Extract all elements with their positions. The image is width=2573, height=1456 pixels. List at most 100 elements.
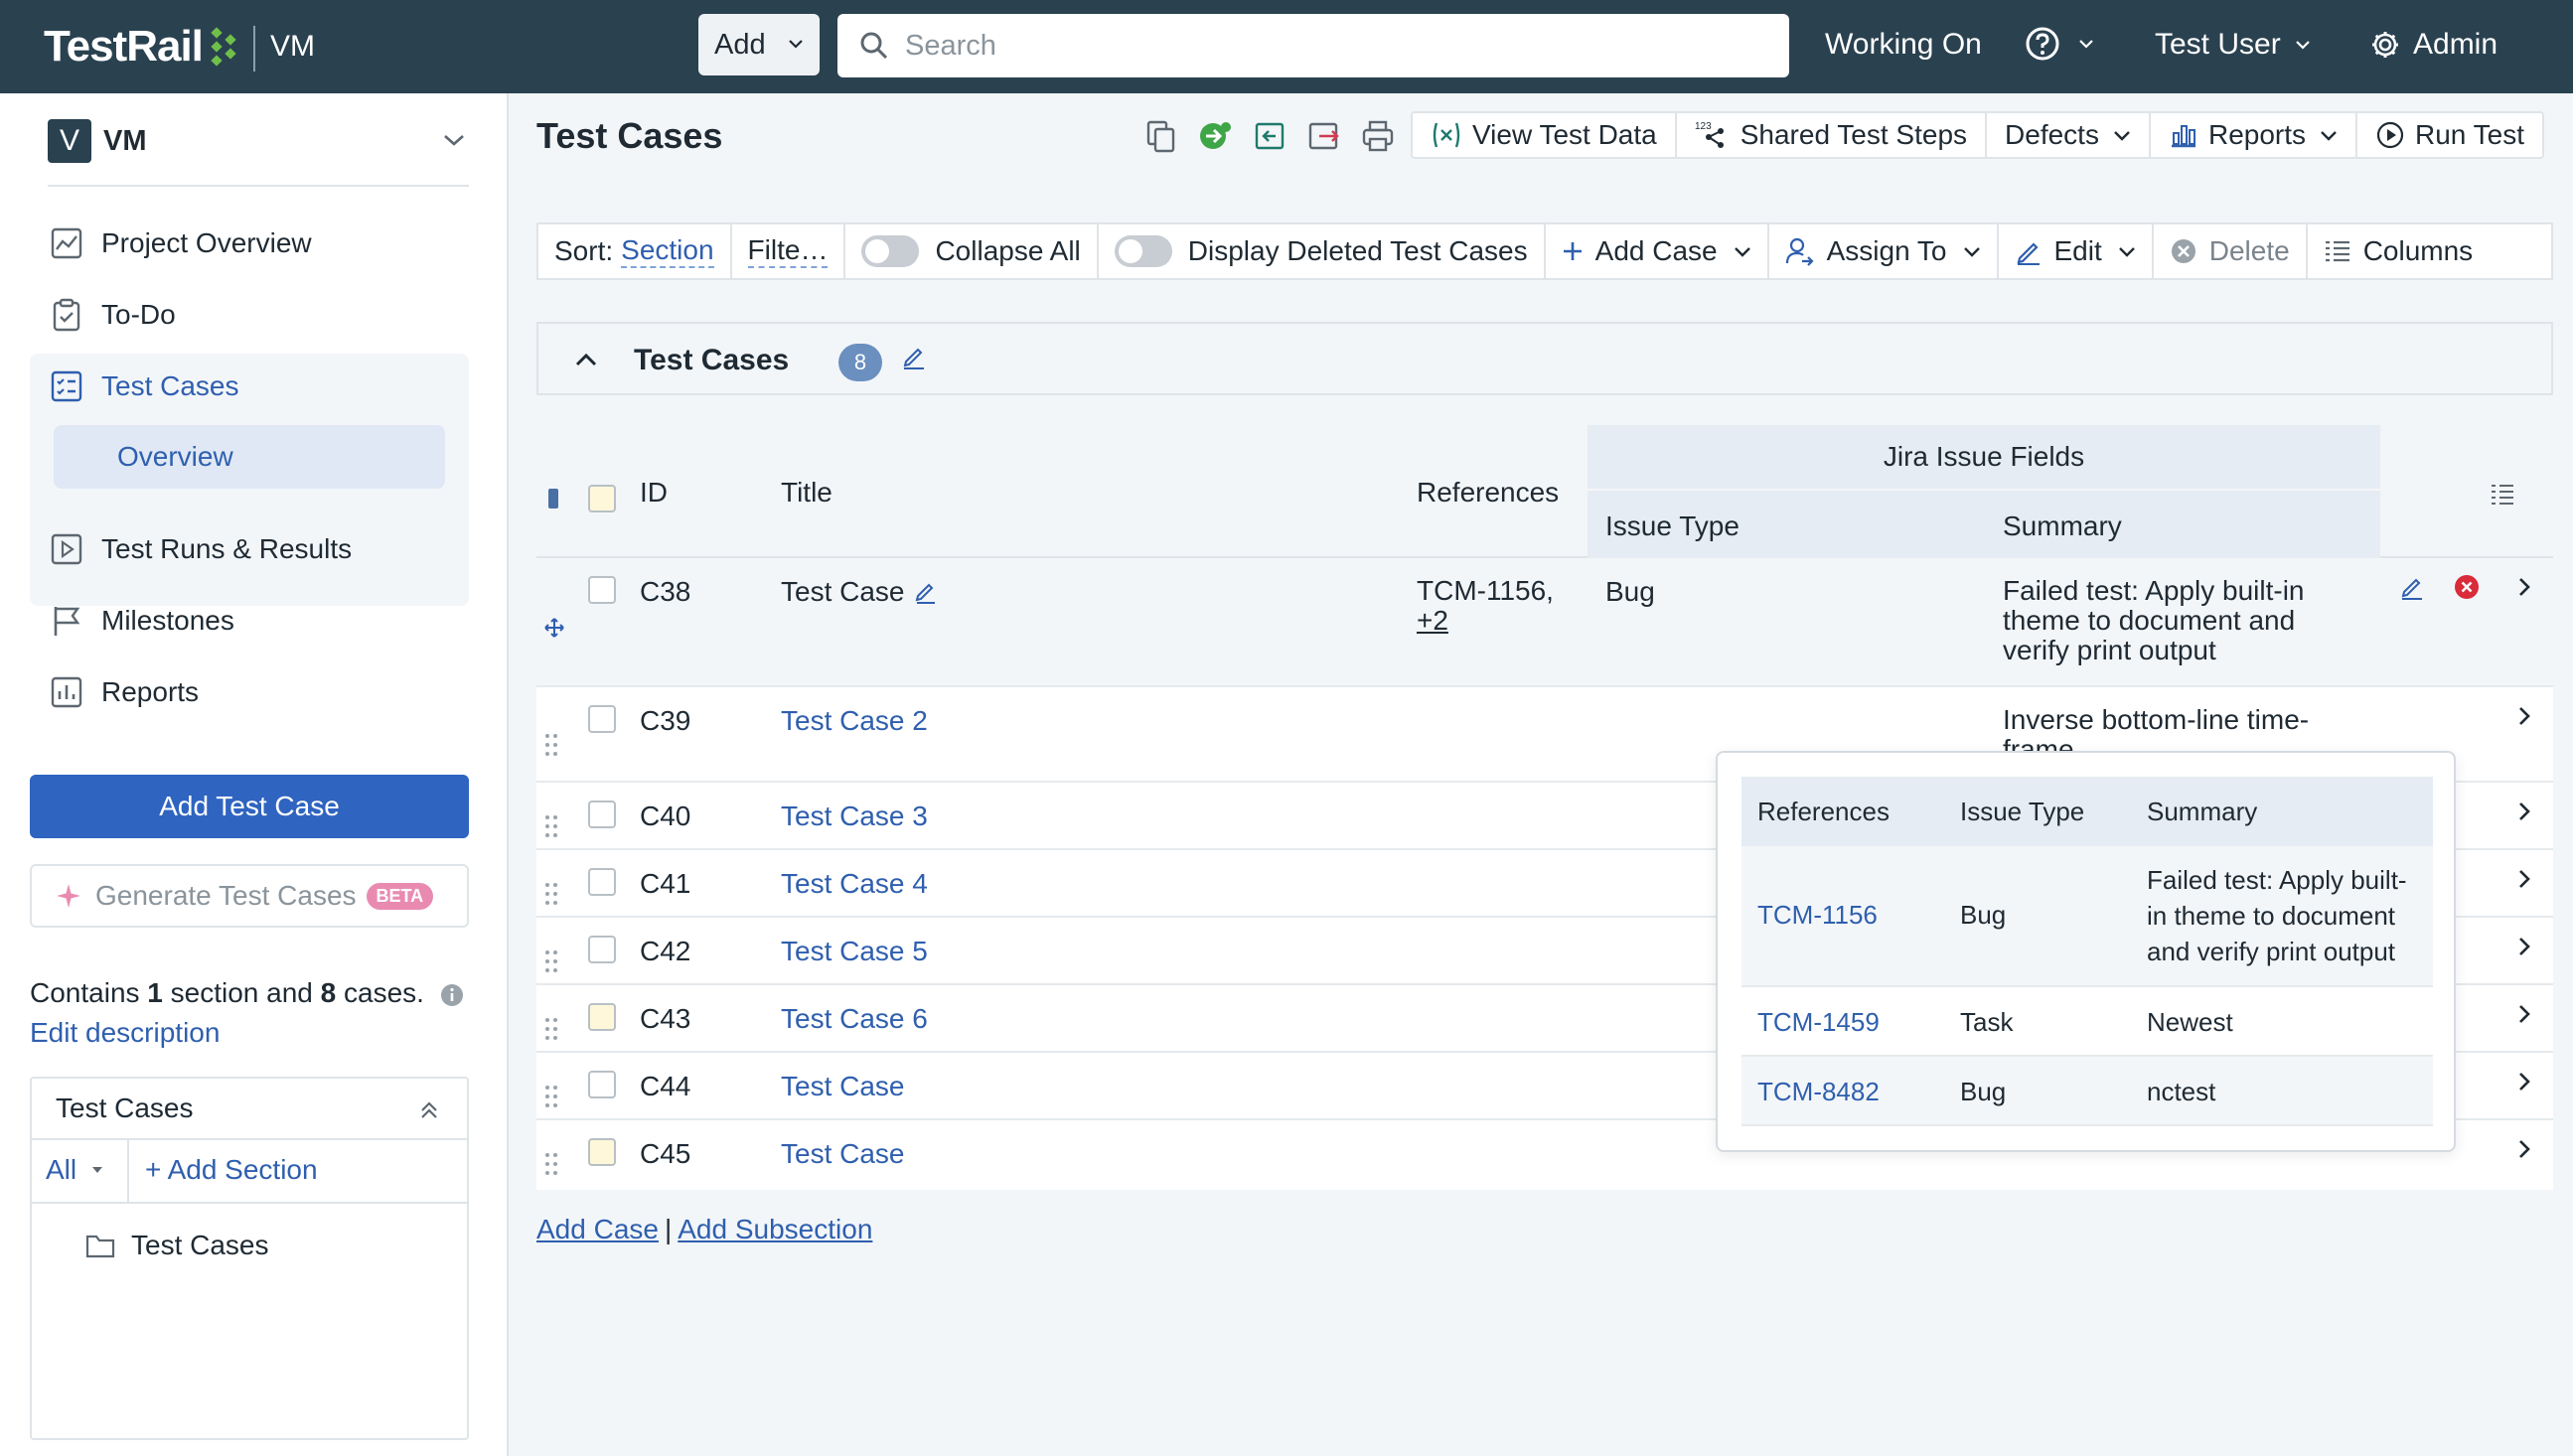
chevron-right-icon[interactable] (2517, 705, 2531, 727)
row-checkbox[interactable] (588, 705, 616, 733)
copy-icon[interactable] (1144, 119, 1176, 153)
current-project-label[interactable]: VM (270, 30, 315, 64)
select-all-checkbox[interactable] (588, 485, 616, 512)
chevron-up-icon[interactable] (574, 352, 598, 367)
drag-handle-icon[interactable] (544, 882, 558, 906)
drag-handle-icon[interactable] (544, 1152, 558, 1176)
chevron-right-icon[interactable] (2517, 1003, 2531, 1025)
row-checkbox[interactable] (588, 1071, 616, 1098)
drag-handle-icon[interactable] (544, 814, 558, 838)
chevron-right-icon[interactable] (2517, 1071, 2531, 1092)
shared-test-steps-button[interactable]: 123 Shared Test Steps (1677, 113, 1988, 157)
case-title-link[interactable]: Test Case 2 (781, 705, 928, 737)
row-checkbox[interactable] (588, 868, 616, 896)
drag-handle-icon[interactable] (544, 949, 558, 973)
column-header-issue-type[interactable]: Issue Type (1605, 510, 1740, 542)
case-title-link[interactable]: Test Case 5 (781, 936, 928, 967)
delete-red-icon[interactable] (2454, 574, 2480, 600)
working-on-link[interactable]: Working On (1825, 28, 1982, 62)
sections-panel-header: Test Cases (32, 1079, 467, 1140)
import-icon[interactable] (1254, 119, 1287, 153)
row-checkbox[interactable] (588, 1003, 616, 1031)
sort-control[interactable]: Sort: Section (538, 224, 732, 278)
drag-handle-icon[interactable] (544, 733, 558, 757)
chevron-right-icon[interactable] (2517, 868, 2531, 890)
sidebar-subitem-overview[interactable]: Overview (54, 425, 445, 489)
reports-dropdown[interactable]: Reports (2151, 113, 2358, 157)
section-filter-dropdown[interactable]: All (46, 1154, 104, 1186)
toggle-switch[interactable] (861, 235, 920, 267)
drag-handle-icon[interactable] (544, 1085, 558, 1108)
pencil-icon[interactable] (2400, 574, 2424, 600)
case-title-link[interactable]: Test Case (781, 1138, 905, 1170)
case-title[interactable]: Test Case (781, 576, 905, 608)
add-section-link[interactable]: + Add Section (145, 1154, 318, 1186)
collapse-up-icon[interactable] (419, 1100, 439, 1120)
chevron-right-icon[interactable] (2517, 1138, 2531, 1160)
case-title-link[interactable]: Test Case 6 (781, 1003, 928, 1035)
project-selector[interactable]: V VM (48, 117, 465, 165)
sidebar-item-test-runs[interactable]: Test Runs & Results (50, 532, 352, 566)
add-dropdown-button[interactable]: Add (698, 14, 820, 75)
column-header-id[interactable]: ID (640, 477, 668, 509)
drag-handle-icon[interactable] (544, 1017, 558, 1041)
generate-test-cases-button[interactable]: Generate Test Cases BETA (30, 864, 469, 928)
more-references-link[interactable]: +2 (1417, 606, 1554, 636)
case-title-link[interactable]: Test Case (781, 1071, 905, 1102)
admin-link[interactable]: Admin (2369, 28, 2497, 62)
collapse-all-toggle[interactable]: Collapse All (845, 224, 1099, 278)
sidebar-item-reports[interactable]: Reports (50, 675, 199, 709)
edit-description-link[interactable]: Edit description (30, 1017, 220, 1049)
chevron-right-icon[interactable] (2517, 801, 2531, 822)
assign-to-dropdown[interactable]: Assign To (1769, 224, 1999, 278)
row-checkbox[interactable] (588, 576, 616, 604)
column-header-references[interactable]: References (1417, 477, 1559, 509)
help-menu[interactable] (2025, 26, 2094, 62)
pencil-icon[interactable] (902, 344, 926, 369)
search-box[interactable] (837, 14, 1789, 77)
info-icon[interactable] (440, 983, 464, 1007)
user-menu[interactable]: Test User (2155, 28, 2311, 62)
pencil-icon[interactable] (915, 580, 937, 604)
view-test-data-button[interactable]: View Test Data (1413, 113, 1677, 157)
sidebar-item-todo[interactable]: To-Do (50, 298, 176, 332)
testrail-logo[interactable]: TestRail (44, 22, 244, 72)
chevron-right-icon[interactable] (2517, 936, 2531, 957)
section-tree-item[interactable]: Test Cases (85, 1230, 269, 1261)
print-icon[interactable] (1361, 119, 1395, 153)
sidebar-item-project-overview[interactable]: Project Overview (50, 226, 312, 260)
display-deleted-toggle[interactable]: Display Deleted Test Cases (1099, 224, 1546, 278)
sidebar-item-test-cases[interactable]: Test Cases (50, 369, 239, 403)
sidebar-item-milestones[interactable]: Milestones (50, 604, 234, 638)
table-row[interactable]: C38 Test Case TCM-1156, +2 Bug Failed te… (536, 558, 2553, 687)
search-input[interactable] (905, 29, 1759, 63)
edit-dropdown[interactable]: Edit (1999, 224, 2154, 278)
defects-dropdown[interactable]: Defects (1987, 113, 2151, 157)
sort-value[interactable]: Section (621, 234, 714, 268)
add-case-link[interactable]: Add Case (536, 1214, 659, 1244)
reference-link[interactable]: TCM-1459 (1757, 1007, 1880, 1038)
case-title-link[interactable]: Test Case 3 (781, 801, 928, 832)
delete-button[interactable]: Delete (2154, 224, 2308, 278)
row-checkbox[interactable] (588, 801, 616, 828)
columns-button[interactable]: Columns (2308, 224, 2489, 278)
add-test-case-button[interactable]: Add Test Case (30, 775, 469, 838)
column-header-title[interactable]: Title (781, 477, 832, 509)
case-title-link[interactable]: Test Case 4 (781, 868, 928, 900)
import-green-icon[interactable] (1196, 119, 1234, 153)
column-settings-icon[interactable] (2490, 483, 2515, 507)
export-icon[interactable] (1307, 119, 1341, 153)
add-case-dropdown[interactable]: Add Case (1546, 224, 1769, 278)
row-checkbox[interactable] (588, 1138, 616, 1166)
move-icon[interactable] (544, 618, 564, 638)
row-checkbox[interactable] (588, 936, 616, 963)
filter-control[interactable]: Filte… (732, 224, 846, 278)
reference-link[interactable]: TCM-8482 (1757, 1077, 1880, 1107)
add-subsection-link[interactable]: Add Subsection (678, 1214, 872, 1244)
column-header-summary[interactable]: Summary (2003, 510, 2122, 542)
run-test-button[interactable]: Run Test (2357, 113, 2542, 157)
toggle-switch[interactable] (1114, 235, 1172, 267)
sidebar-item-label: Project Overview (101, 227, 312, 258)
reference-link[interactable]: TCM-1156 (1757, 900, 1878, 931)
chevron-right-icon[interactable] (2517, 576, 2531, 598)
